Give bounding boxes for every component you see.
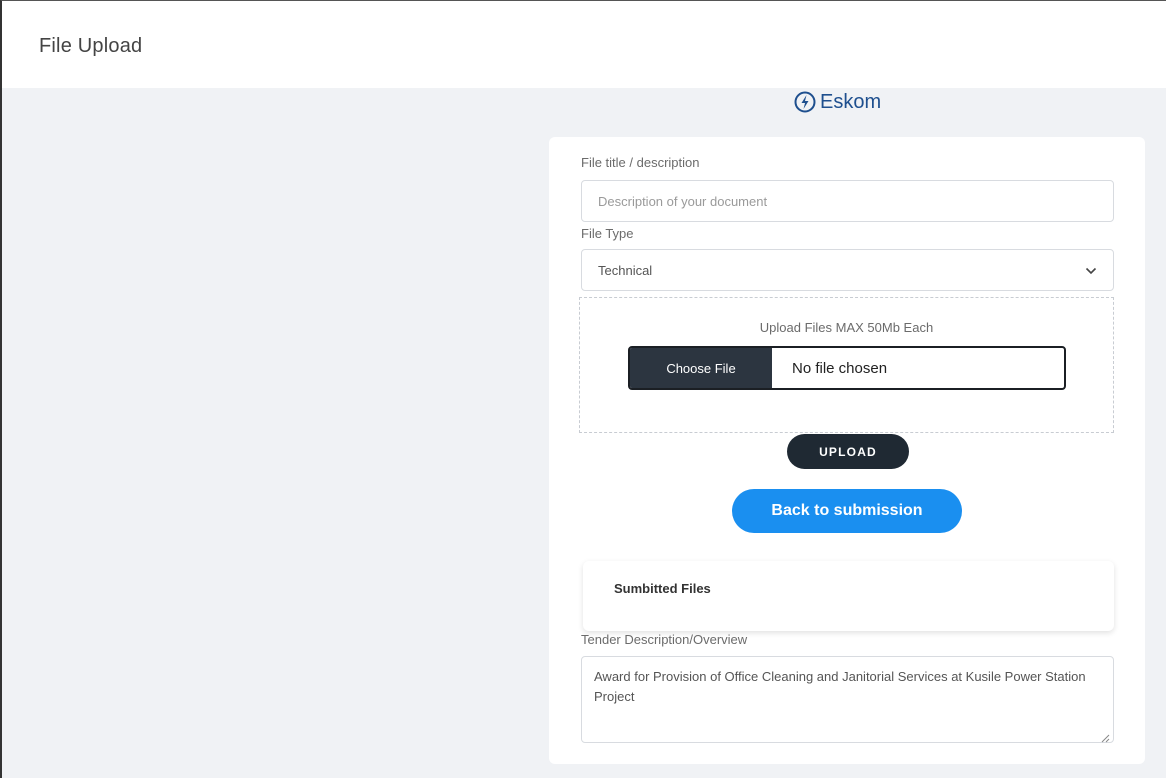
file-status-text: No file chosen xyxy=(792,359,888,377)
tender-description-textarea[interactable]: Award for Provision of Office Cleaning a… xyxy=(581,656,1114,743)
page-title: File Upload xyxy=(39,35,143,57)
submitted-files-panel: Sumbitted Files xyxy=(583,561,1114,631)
tender-description-text: Award for Provision of Office Cleaning a… xyxy=(594,669,1086,704)
file-title-label: File title / description xyxy=(581,155,700,170)
dropzone-instructions: Upload Files MAX 50Mb Each xyxy=(759,320,934,335)
upload-button[interactable]: UPLOAD xyxy=(787,434,909,469)
file-type-label: File Type xyxy=(581,226,634,241)
choose-file-button[interactable]: Choose File xyxy=(630,348,772,388)
file-input[interactable]: Choose File No file chosen xyxy=(628,346,1066,390)
file-type-select[interactable]: Technical xyxy=(581,249,1114,291)
eskom-logo-text: Eskom xyxy=(820,90,882,113)
back-to-submission-button[interactable]: Back to submission xyxy=(732,489,962,533)
file-title-input[interactable] xyxy=(581,180,1114,222)
page-header: File Upload xyxy=(2,1,1166,88)
chevron-down-icon xyxy=(1085,263,1097,278)
tender-description-label: Tender Description/Overview xyxy=(581,632,748,647)
eskom-logo: Eskom xyxy=(794,88,881,116)
submitted-files-title: Sumbitted Files xyxy=(614,581,711,596)
file-dropzone[interactable]: Upload Files MAX 50Mb Each Choose File N… xyxy=(579,297,1114,433)
file-type-value: Technical xyxy=(598,262,653,278)
resize-grip-icon[interactable] xyxy=(1100,729,1110,743)
eskom-logo-icon xyxy=(794,91,816,113)
